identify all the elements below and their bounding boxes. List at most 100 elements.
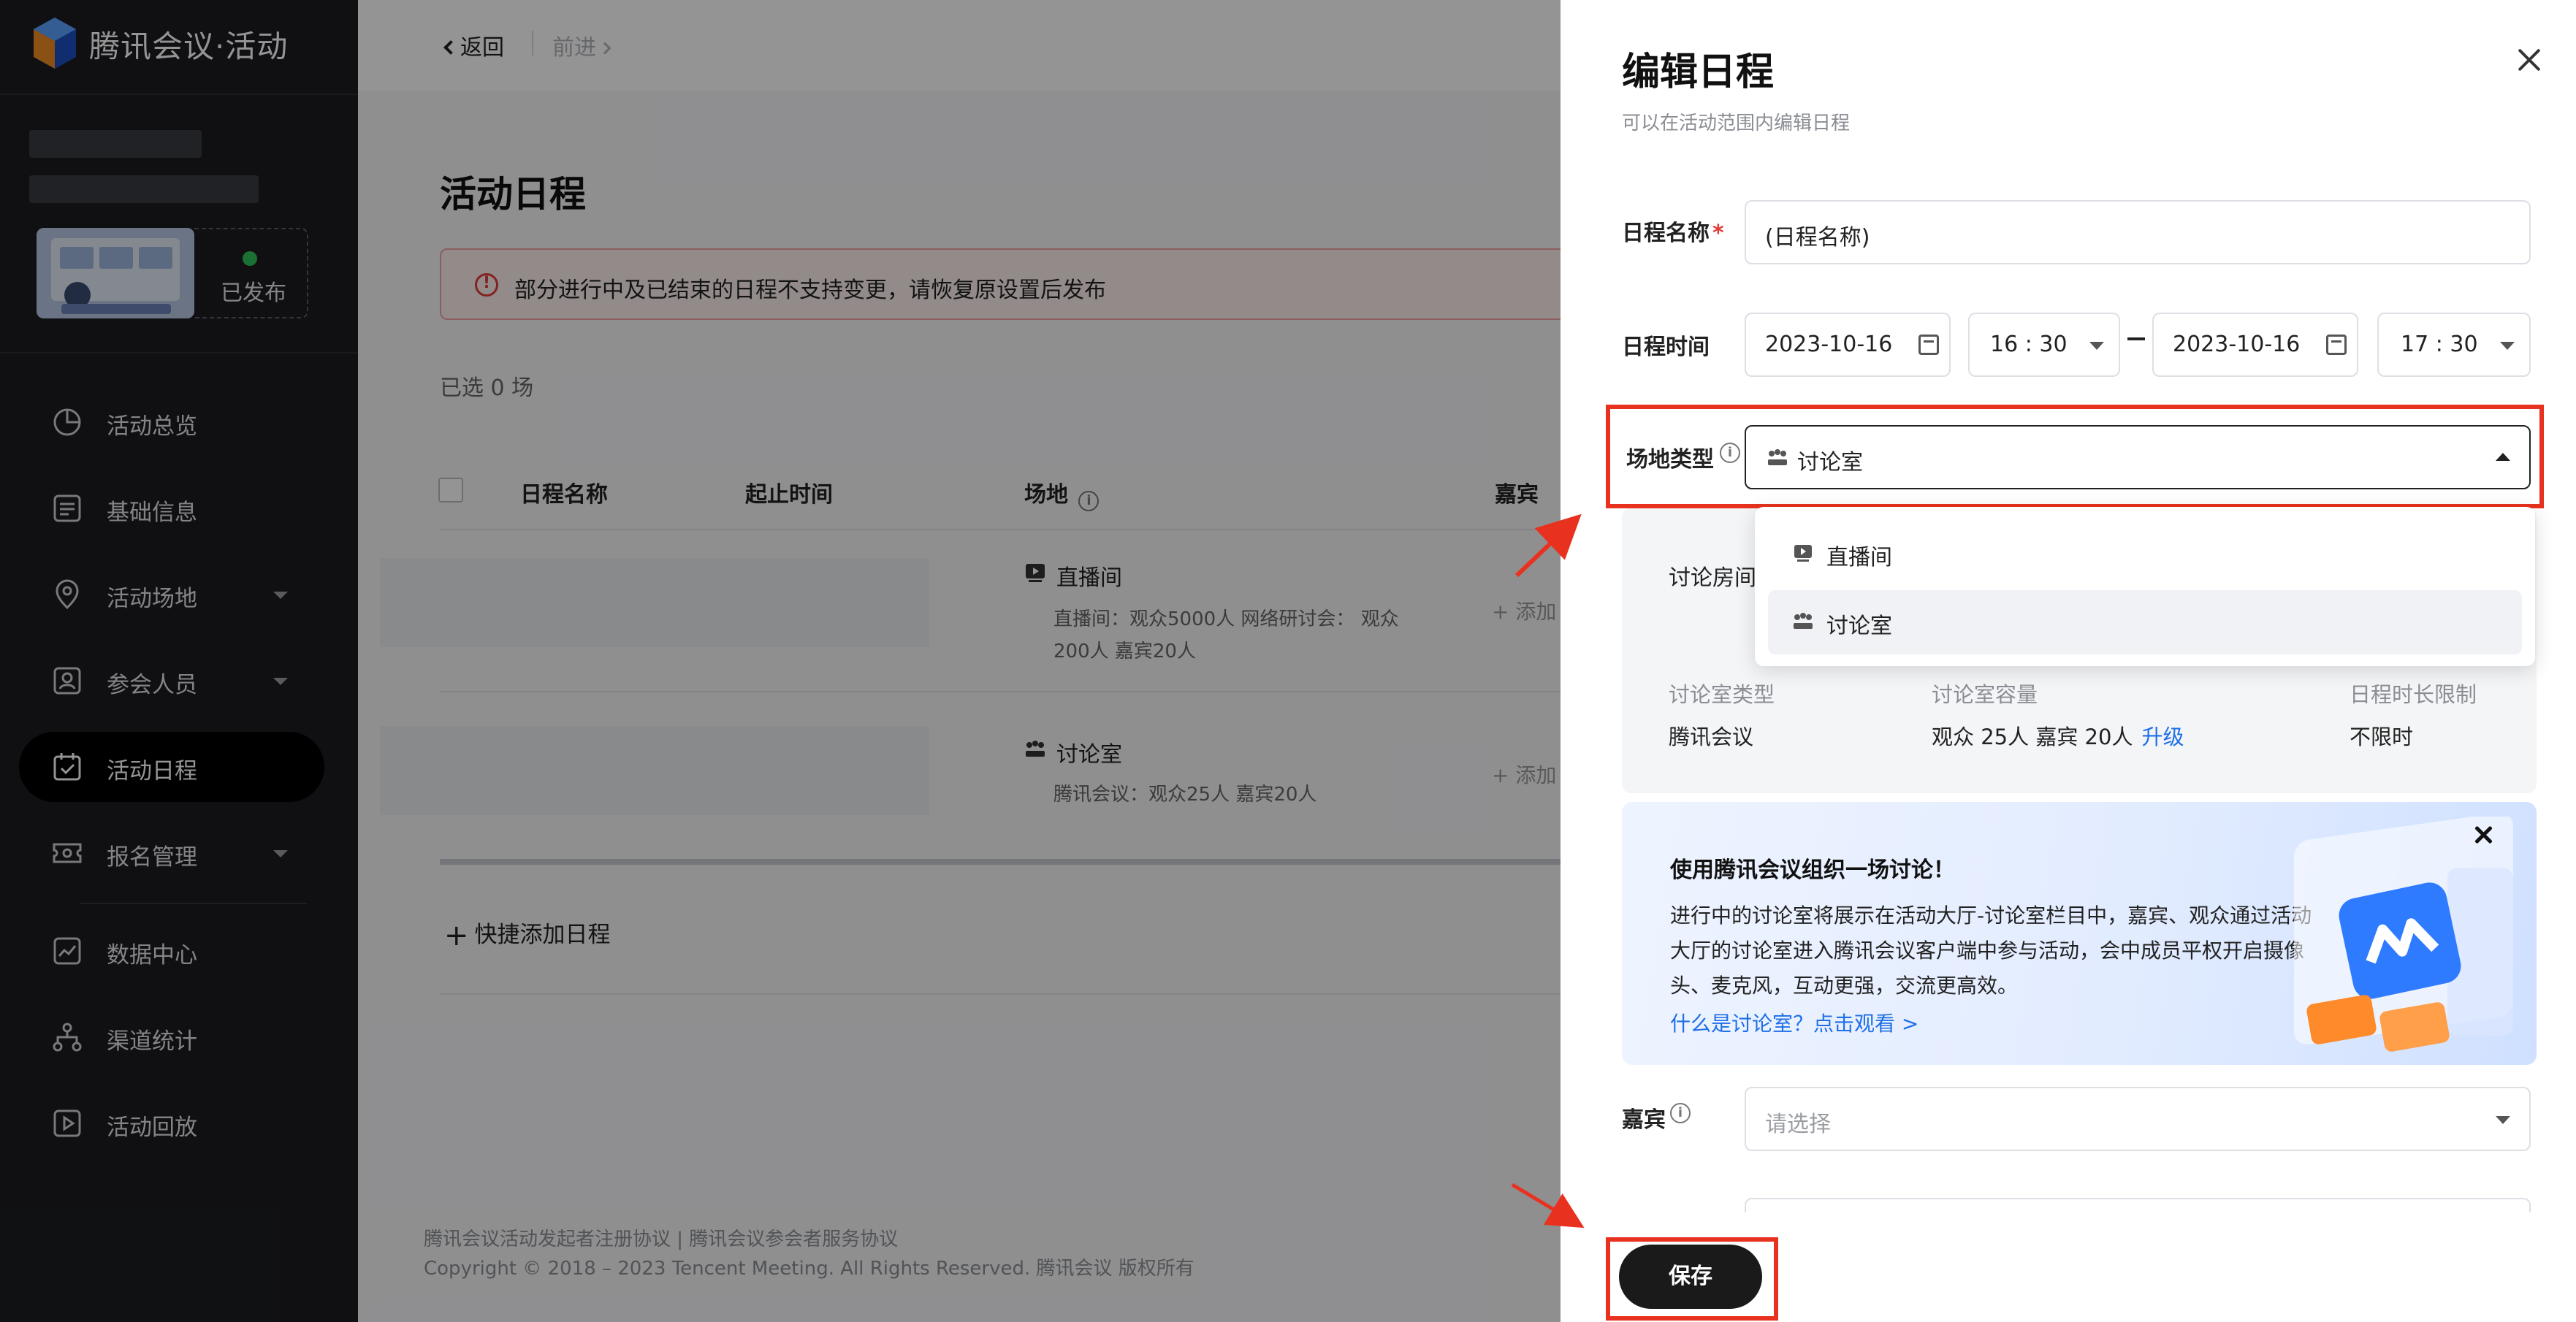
selected-count: 已选 0 场 [440,375,534,401]
sidebar-item-data-center[interactable]: 数据中心 [19,916,324,986]
sidebar-item-replay[interactable]: 活动回放 [19,1088,324,1158]
dropdown-option-label: 直播间 [1826,545,1892,570]
row-placeholder-block [380,558,561,647]
column-header-guest: 嘉宾 [1495,482,1539,508]
column-header-name: 日程名称 [520,482,608,508]
table-divider [440,529,1561,530]
discussion-room-icon [1794,613,1813,629]
section-divider [440,993,1561,995]
highlight-box-save [1606,1237,1778,1321]
row-venue-desc: 直播间：观众5000人 网络研讨会： 观众 [1053,608,1399,630]
drawer-title: 编辑日程 [1622,50,1775,94]
row-placeholder-block [380,726,561,815]
venue-header-label: 场地 [1024,482,1068,508]
close-icon[interactable] [2515,45,2544,74]
quick-add-label: 快捷添加日程 [474,922,611,948]
play-box-icon [53,1109,81,1137]
sidebar-item-schedule[interactable]: 活动日程 [19,732,324,802]
discussion-room-promo-banner: 使用腾讯会议组织一场讨论！ 进行中的讨论室将展示在活动大厅-讨论室栏目中，嘉宾、… [1622,802,2537,1065]
forward-label: 前进 [552,35,596,61]
row-placeholder-block [561,558,929,647]
sidebar-divider [0,352,358,354]
footer-links[interactable]: 腾讯会议活动发起者注册协议 | 腾讯会议参会者服务协议 [424,1224,898,1251]
top-bar: 返回 前进 [358,0,1561,91]
live-room-icon [1026,564,1045,582]
close-icon[interactable] [2472,824,2494,846]
range-separator [2127,337,2145,340]
row-placeholder-block [561,726,929,815]
end-date-picker[interactable]: 2023-10-16 [2152,313,2358,377]
required-asterisk: * [1712,221,1724,246]
form-list-icon [53,494,81,522]
sidebar-item-label: 报名管理 [107,844,197,871]
event-cover-image[interactable] [37,228,194,318]
dropdown-option-live-room[interactable]: 直播间 [1768,521,2522,586]
dropdown-option-discussion-room[interactable]: 讨论室 [1768,590,2522,654]
calendar-check-icon [53,753,81,781]
publish-status-dot [243,251,257,266]
ticket-icon [53,843,82,863]
next-field-partial [1745,1198,2531,1212]
start-date-picker[interactable]: 2023-10-16 [1745,313,1951,377]
sidebar-item-label: 参会人员 [107,672,197,698]
chevron-down-icon [2500,342,2515,350]
sidebar-item-label: 数据中心 [107,942,197,968]
forward-button[interactable]: 前进 [552,29,611,61]
back-label: 返回 [460,35,504,61]
dropdown-option-label: 讨论室 [1826,614,1892,639]
sidebar-item-label: 渠道统计 [107,1028,197,1055]
calendar-icon [1918,335,1939,355]
sidebar-item-basic-info[interactable]: 基础信息 [19,473,324,543]
start-date-value: 2023-10-16 [1765,332,1893,357]
duration-limit-value: 不限时 [2350,725,2414,749]
sidebar-item-attendees[interactable]: 参会人员 [19,646,324,716]
info-icon[interactable]: i [1670,1103,1691,1123]
sidebar-item-label: 活动场地 [107,586,197,612]
promo-watch-link[interactable]: 什么是讨论室？点击观看 > [1670,1008,1918,1037]
quick-add-schedule-button[interactable]: + 快捷添加日程 [444,916,611,952]
meeting-illustration-icon [2294,817,2513,1052]
drawer-subtitle: 可以在活动范围内编辑日程 [1622,112,1851,134]
sidebar-item-registration[interactable]: 报名管理 [19,818,324,888]
line-chart-icon [53,937,81,965]
add-guest-link[interactable]: + 添加 [1492,760,1556,789]
room-capacity-header: 讨论室容量 [1932,682,2038,707]
guest-select[interactable]: 请选择 [1745,1087,2531,1151]
room-type-header: 讨论室类型 [1669,682,1775,707]
sidebar-item-overview[interactable]: 活动总览 [19,387,324,457]
tencent-meeting-logo-icon [34,18,76,69]
app-logo-text: 腾讯会议·活动 [89,28,289,64]
footer-copyright: Copyright © 2018 – 2023 Tencent Meeting.… [424,1258,1194,1280]
duration-limit-header: 日程时长限制 [2350,682,2477,707]
schedule-name-input[interactable]: (日程名称) [1745,200,2531,264]
discussion-room-icon [1026,741,1045,757]
promo-body: 进行中的讨论室将展示在活动大厅-讨论室栏目中，嘉宾、观众通过活动大厅的讨论室进入… [1670,903,2312,998]
add-guest-link[interactable]: + 添加 [1492,596,1556,625]
row-venue-name: 直播间 [1056,565,1122,591]
publish-status-box: 已发布 [194,228,308,318]
schedule-name-label: 日程名称 * [1622,215,1724,247]
end-date-value: 2023-10-16 [2173,332,2301,357]
sidebar-item-channel-stats[interactable]: 渠道统计 [19,1002,324,1072]
info-icon[interactable]: i [1078,491,1100,511]
calendar-icon [2326,335,2347,355]
person-badge-icon [53,667,81,695]
start-time-select[interactable]: 16 : 30 [1968,313,2120,377]
sidebar-item-venue[interactable]: 活动场地 [19,559,324,630]
horizontal-scrollbar[interactable] [440,859,1561,865]
sidebar-item-label: 活动总览 [107,413,197,440]
publish-status-text: 已发布 [221,280,286,306]
cover-illustration-icon [37,228,194,318]
room-type-value: 腾讯会议 [1669,725,1754,749]
sidebar: 腾讯会议·活动 已发布 活动总览 基础信息 活动场地 参会人员 活动日程 报名管… [0,0,358,1322]
schedule-name-value: (日程名称) [1765,225,1870,251]
select-all-checkbox[interactable] [438,478,463,503]
upgrade-link[interactable]: 升级 [2141,725,2184,749]
column-header-time: 起止时间 [745,482,833,508]
end-time-select[interactable]: 17 : 30 [2377,313,2531,377]
live-room-icon [1794,545,1812,562]
back-button[interactable]: 返回 [443,29,504,61]
row-venue-name: 讨论室 [1056,742,1122,768]
schedule-name-label-text: 日程名称 [1622,221,1710,246]
schedule-time-label: 日程时间 [1622,335,1710,360]
